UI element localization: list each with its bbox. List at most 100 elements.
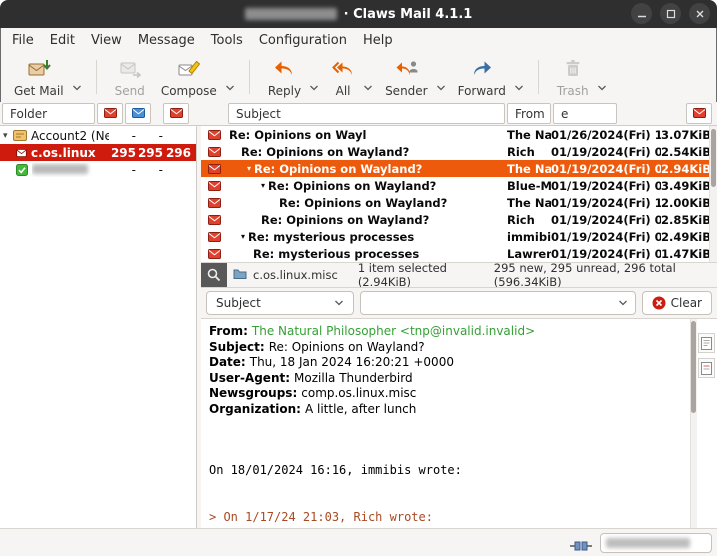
trash-dropdown-icon[interactable] bbox=[597, 76, 607, 95]
compose-dropdown-icon[interactable] bbox=[225, 76, 235, 95]
date-filter-input[interactable]: e bbox=[553, 103, 617, 124]
message-row[interactable]: ▾Re: Opinions on Wayland? Blue-Ma 01/19/… bbox=[201, 177, 717, 194]
message-row[interactable]: ▾Re: mysterious processes immibis 01/19/… bbox=[201, 228, 717, 245]
clear-button[interactable]: Clear bbox=[641, 291, 712, 315]
menu-file[interactable]: File bbox=[4, 30, 42, 51]
menu-help[interactable]: Help bbox=[355, 30, 401, 51]
minimize-button[interactable] bbox=[631, 3, 652, 24]
search-criteria-value: Subject bbox=[216, 296, 261, 310]
folder-new-icon bbox=[16, 148, 27, 157]
unread-column-header[interactable] bbox=[125, 103, 151, 124]
unread-envelope-icon bbox=[201, 197, 227, 208]
reply-button[interactable]: Reply bbox=[260, 55, 309, 100]
from-column-label: From bbox=[515, 106, 545, 121]
message-view[interactable]: From: The Natural Philosopher <tnp@invali… bbox=[201, 319, 717, 528]
message-row[interactable]: Re: Opinions on Wayl The Nat 01/26/2024(… bbox=[201, 126, 717, 143]
folder-column-header[interactable]: Folder bbox=[2, 103, 95, 124]
right-pane: Re: Opinions on Wayl The Nat 01/26/2024(… bbox=[201, 126, 717, 528]
message-from: Lawrenc bbox=[507, 246, 551, 261]
header-label: Date: bbox=[209, 355, 246, 369]
menu-message[interactable]: Message bbox=[130, 30, 203, 51]
get-mail-dropdown-icon[interactable] bbox=[72, 76, 82, 95]
body-line: > On 1/17/24 21:03, Rich wrote: bbox=[209, 509, 433, 524]
unread-count: - bbox=[158, 128, 163, 143]
titlebar[interactable]: · Claws Mail 4.1.1 bbox=[0, 0, 717, 28]
send-label: Send bbox=[114, 83, 145, 98]
header-label: Subject: bbox=[209, 339, 265, 354]
total-column-header[interactable] bbox=[163, 103, 189, 124]
folder-name: Account2 (Ne bbox=[31, 128, 109, 143]
scrollbar-thumb[interactable] bbox=[691, 321, 696, 413]
message-subject: Re: Opinions on Wayland? bbox=[268, 178, 437, 193]
message-view-scrollbar[interactable] bbox=[690, 319, 697, 528]
message-row-selected[interactable]: ▾Re: Opinions on Wayland? The Natu 01/19… bbox=[201, 160, 717, 177]
folder-row-account[interactable]: ▾ Account2 (Ne - - bbox=[0, 127, 196, 144]
message-row[interactable]: Re: Opinions on Wayland? Rich 01/19/2024… bbox=[201, 143, 717, 160]
window-title: · Claws Mail 4.1.1 bbox=[244, 7, 472, 22]
menu-configuration[interactable]: Configuration bbox=[251, 30, 355, 51]
chevron-down-icon bbox=[335, 300, 343, 306]
history-dropdown-icon[interactable] bbox=[618, 300, 628, 306]
compose-button[interactable]: Compose bbox=[153, 55, 225, 100]
newsgroup-icon bbox=[16, 163, 28, 176]
search-criteria-select[interactable]: Subject bbox=[206, 291, 354, 315]
header-value: The Natural Philosopher <tnp@invalid.inv… bbox=[251, 324, 536, 338]
send-button[interactable]: Send bbox=[107, 55, 153, 100]
network-status-icon[interactable] bbox=[570, 537, 592, 556]
thread-expander-icon[interactable]: ▾ bbox=[247, 164, 251, 173]
forward-button[interactable]: Forward bbox=[450, 55, 514, 100]
forward-dropdown-icon[interactable] bbox=[514, 76, 524, 95]
from-column-header[interactable]: From bbox=[507, 103, 551, 124]
claws-mail-window: · Claws Mail 4.1.1 File Edit View Messag… bbox=[0, 0, 717, 556]
message-body: On 18/01/2024 16:16, immibis wrote: > On… bbox=[209, 432, 691, 528]
close-button[interactable] bbox=[689, 3, 710, 24]
message-from: Rich bbox=[507, 212, 535, 227]
message-from: immibis bbox=[507, 229, 551, 244]
search-entry[interactable] bbox=[360, 291, 636, 315]
total-count: 296 bbox=[165, 145, 191, 160]
thread-expander-icon[interactable]: ▾ bbox=[241, 232, 245, 241]
reply-sender-button[interactable]: Sender bbox=[377, 55, 436, 100]
new-column-header[interactable] bbox=[97, 103, 123, 124]
message-row[interactable]: Re: mysterious processes Lawrenc 01/19/2… bbox=[201, 245, 717, 262]
reply-all-button[interactable]: All bbox=[323, 55, 363, 100]
redacted-folder-name bbox=[32, 163, 109, 177]
message-from: The Nat bbox=[507, 127, 551, 142]
menubar: File Edit View Message Tools Configurati… bbox=[0, 28, 717, 52]
menu-edit[interactable]: Edit bbox=[42, 30, 83, 51]
mime-text-part-icon[interactable] bbox=[698, 333, 715, 353]
message-row[interactable]: Re: Opinions on Wayland? The Nat 01/19/2… bbox=[201, 194, 717, 211]
scrollbar-thumb[interactable] bbox=[711, 129, 716, 187]
folder-row-cos-linux[interactable]: c.os.linux 295 295 296 bbox=[0, 144, 196, 161]
statusbar-entry[interactable] bbox=[600, 533, 712, 553]
menu-tools[interactable]: Tools bbox=[203, 30, 251, 51]
trash-button[interactable]: Trash bbox=[549, 55, 597, 100]
redacted-status-text bbox=[606, 538, 690, 548]
message-search-bar: Subject Clear bbox=[201, 287, 717, 319]
reply-dropdown-icon[interactable] bbox=[309, 76, 319, 95]
folder-row-redacted[interactable]: - - bbox=[0, 161, 196, 178]
mime-part-icon[interactable] bbox=[698, 358, 715, 378]
trash-icon bbox=[561, 57, 585, 83]
message-row[interactable]: Re: Opinions on Wayland? Rich 01/19/2024… bbox=[201, 211, 717, 228]
maximize-button[interactable] bbox=[660, 3, 681, 24]
search-input[interactable] bbox=[368, 296, 618, 310]
mark-column-header[interactable] bbox=[686, 103, 712, 124]
status-bar bbox=[0, 528, 717, 556]
unread-count: - bbox=[158, 162, 163, 177]
reply-all-dropdown-icon[interactable] bbox=[363, 76, 373, 95]
thread-expander-icon[interactable]: ▾ bbox=[261, 181, 265, 190]
unread-envelope-icon bbox=[201, 180, 227, 191]
toolbar: Get Mail Send Compose Reply All Sender F… bbox=[0, 52, 717, 102]
reply-sender-dropdown-icon[interactable] bbox=[436, 76, 446, 95]
message-date: 01/19/2024(Fri) 0 bbox=[551, 246, 661, 261]
message-list-scrollbar[interactable] bbox=[709, 126, 717, 262]
summary-status-bar: c.os.linux.misc 1 item selected (2.94KiB… bbox=[201, 261, 717, 289]
unread-mail-icon bbox=[131, 107, 145, 121]
reply-icon bbox=[272, 57, 296, 83]
subject-column-header[interactable]: Subject bbox=[228, 103, 505, 124]
quick-search-toggle[interactable] bbox=[201, 262, 227, 288]
menu-view[interactable]: View bbox=[83, 30, 130, 51]
expander-icon[interactable]: ▾ bbox=[3, 131, 13, 141]
get-mail-button[interactable]: Get Mail bbox=[6, 55, 72, 100]
